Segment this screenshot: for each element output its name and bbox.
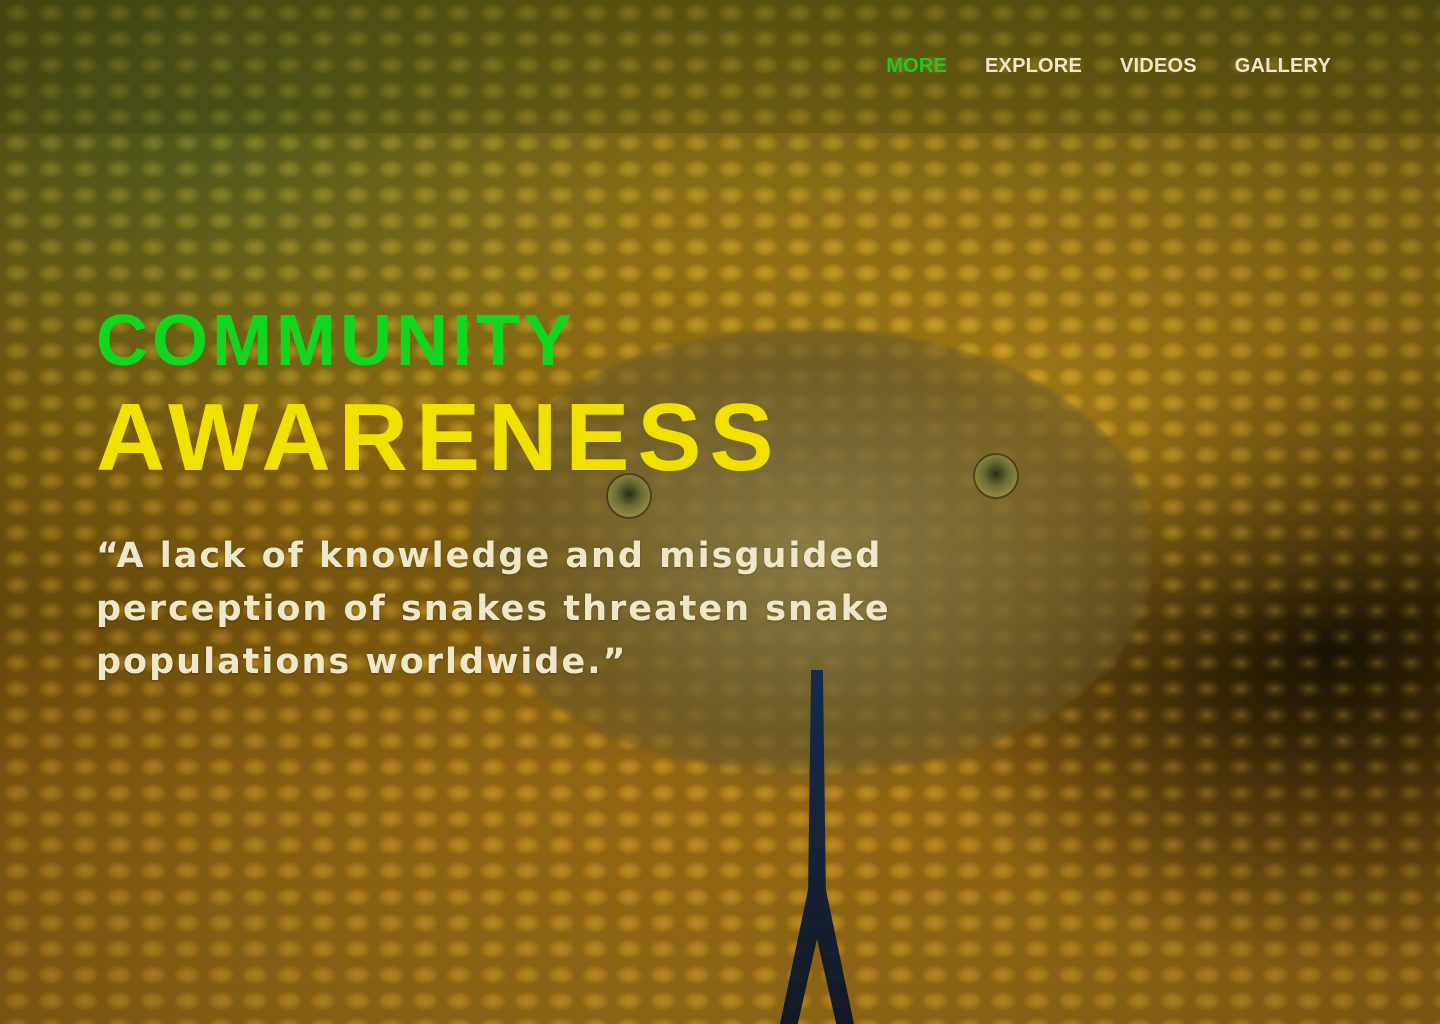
hero-kicker: COMMUNITY <box>96 301 576 381</box>
hero-content: COMMUNITY AWARENESS “A lack of knowledge… <box>96 300 1076 724</box>
nav-link-explore[interactable]: EXPLORE <box>985 52 1082 80</box>
hero-title: AWARENESS <box>96 384 782 491</box>
nav-link-gallery[interactable]: GALLERY <box>1235 52 1331 80</box>
nav-link-more[interactable]: MORE <box>886 52 947 80</box>
hero-page: MORE EXPLORE VIDEOS GALLERY COMMUNITY AW… <box>0 0 1440 1024</box>
hero-quote: “A lack of knowledge and misguided perce… <box>96 536 891 682</box>
main-navigation: MORE EXPLORE VIDEOS GALLERY <box>886 52 1331 80</box>
nav-link-videos[interactable]: VIDEOS <box>1120 52 1197 80</box>
top-header: MORE EXPLORE VIDEOS GALLERY <box>0 0 1440 133</box>
